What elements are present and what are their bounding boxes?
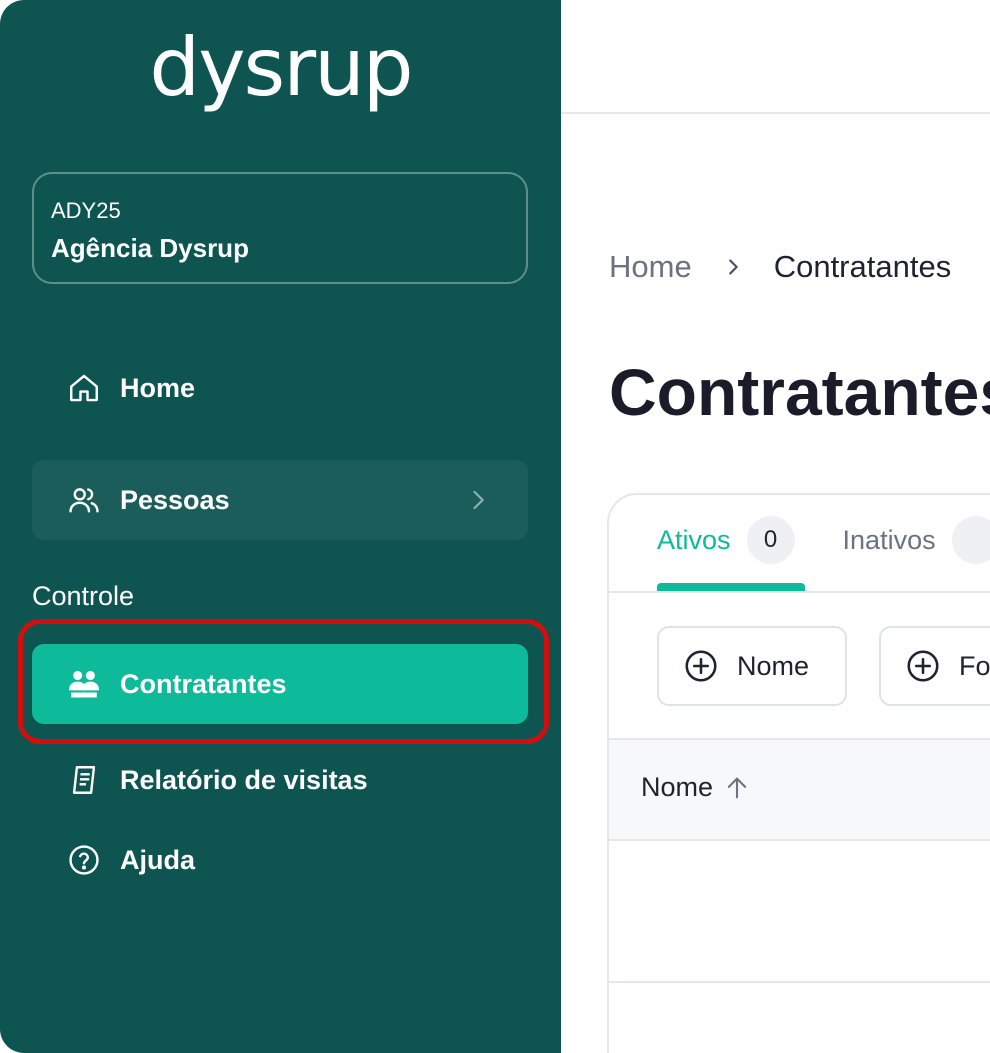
topbar-divider	[561, 112, 990, 114]
sidebar-item-label: Ajuda	[120, 844, 196, 875]
active-tab-indicator	[657, 583, 805, 591]
organization-code: ADY25	[51, 198, 121, 223]
sidebar-item-label: Pessoas	[120, 484, 230, 515]
chevron-right-icon	[473, 490, 484, 510]
sidebar-item-ajuda[interactable]: Ajuda	[32, 820, 528, 900]
tab-ativos[interactable]: Ativos 0	[657, 516, 795, 564]
users-icon	[66, 482, 102, 518]
column-header-nome[interactable]: Nome	[641, 772, 751, 803]
arrow-up-icon	[727, 777, 747, 798]
filter-second-button[interactable]: Fo	[879, 626, 990, 706]
sidebar-item-relatorio-de-visitas[interactable]: Relatório de visitas	[32, 740, 528, 820]
brand-logo[interactable]: dysrup	[0, 18, 561, 118]
sidebar-item-label: Home	[120, 372, 196, 403]
organization-name: Agência Dysrup	[51, 233, 249, 263]
section-label-controle: Controle	[32, 581, 135, 611]
contractors-card: Ativos 0 Inativos Nome Fo Nome	[607, 493, 990, 1053]
sidebar-item-home[interactable]: Home	[32, 348, 528, 428]
count-badge: 0	[746, 516, 795, 564]
count-badge	[951, 516, 990, 564]
filter-label: Nome	[737, 650, 810, 681]
plus-circle-icon	[907, 650, 939, 682]
report-icon	[66, 762, 102, 798]
tab-label: Ativos	[657, 524, 731, 555]
home-icon	[66, 370, 102, 406]
organization-selector[interactable]: ADY25 Agência Dysrup	[32, 172, 528, 284]
column-label: Nome	[641, 772, 714, 802]
highlight-annotation	[18, 619, 549, 744]
tab-inativos[interactable]: Inativos	[843, 516, 990, 564]
table-header: Nome	[609, 738, 990, 841]
breadcrumb-current: Contratantes	[773, 249, 952, 284]
sidebar: dysrup ADY25 Agência Dysrup Home Pessoas…	[0, 0, 561, 1053]
filter-nome-button[interactable]: Nome	[657, 626, 847, 706]
help-icon	[66, 842, 102, 878]
filter-label: Fo	[959, 650, 990, 681]
tab-label: Inativos	[842, 524, 936, 555]
sidebar-item-pessoas[interactable]: Pessoas	[32, 460, 528, 540]
chevron-right-icon	[728, 259, 738, 275]
sidebar-item-label: Relatório de visitas	[120, 764, 368, 795]
breadcrumb-home-link[interactable]: Home	[609, 246, 692, 288]
table-row-divider	[609, 981, 990, 983]
plus-circle-icon	[685, 650, 717, 682]
status-tabs: Ativos 0 Inativos	[657, 515, 990, 565]
breadcrumb: Home Contratantes	[609, 246, 951, 288]
page-title: Contratantes	[609, 355, 990, 429]
tabs-divider	[609, 591, 990, 593]
